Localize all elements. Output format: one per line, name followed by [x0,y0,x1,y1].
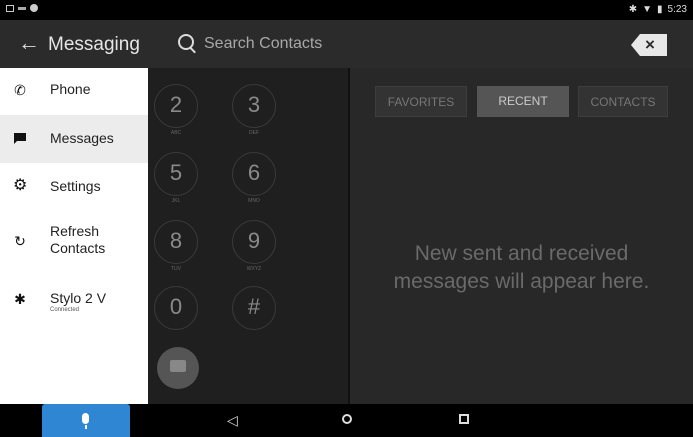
arrow-back-icon[interactable]: ← [18,30,40,56]
dial-key-5[interactable]: 5 [154,152,198,196]
sidebar-item-stylo-2-v[interactable]: ✱ Stylo 2 V Connected [0,278,148,326]
phone-icon: ✆ [14,82,26,98]
dial-key-8[interactable]: 8 [154,220,198,264]
dial-key-0[interactable]: 0 [154,286,198,330]
sidebar: ✆ Phone Messages ⚙ Settings ↻ Refresh Co… [0,68,148,404]
wifi-icon: ▼ [642,4,653,15]
nav-back-icon[interactable]: ◁ [227,412,238,429]
microphone-icon [82,413,89,424]
app-notification-icon [30,4,38,12]
compose-message-button[interactable] [157,347,199,389]
sidebar-item-label: Settings [50,178,101,194]
battery-icon: ▮ [657,4,663,15]
dial-key-letters: WXYZ [246,266,262,272]
voice-button[interactable] [42,404,130,437]
tab-contacts[interactable]: CONTACTS [578,86,668,117]
search-input[interactable]: Search Contacts [204,35,322,53]
connection-status: Connected [50,307,80,313]
gear-icon: ⚙ [13,177,28,194]
backspace-icon[interactable]: × [631,34,667,56]
dial-key-letters: TUV [171,266,181,272]
sidebar-item-label: Stylo 2 V [50,290,107,306]
microphone-stem [85,425,87,429]
bluetooth-icon: ✱ [14,291,26,307]
sidebar-item-label: Messages [50,130,114,146]
dial-key-2[interactable]: 2 [154,84,198,128]
app-bar: ← Messaging Search Contacts × [0,20,693,68]
notification-icon [18,6,26,10]
sidebar-item-settings[interactable]: ⚙ Settings [0,165,148,213]
page-title: Messaging [48,34,140,55]
sidebar-item-messages[interactable]: Messages [0,115,148,163]
dial-key-letters: MNO [248,198,260,204]
status-bar: ✱ ▼ ▮ 5:23 [0,0,693,20]
nav-recents-icon[interactable] [459,414,469,424]
message-icon [170,360,186,372]
refresh-icon: ↻ [14,233,26,249]
dial-key-hash[interactable]: # [232,286,276,330]
sidebar-item-label-line2: Contacts [50,240,106,256]
screenshot-icon [6,4,14,12]
dial-key-9[interactable]: 9 [232,220,276,264]
messages-panel: FAVORITES RECENT CONTACTS New sent and r… [350,68,693,404]
status-time: 5:23 [667,4,687,15]
sidebar-item-phone[interactable]: ✆ Phone [0,68,148,116]
empty-state-line-2: messages will appear here. [393,270,650,293]
message-icon [13,132,27,146]
empty-state-line-1: New sent and received [414,242,629,265]
sidebar-item-label: Refresh [50,223,100,239]
nav-home-icon[interactable] [342,414,352,424]
tab-favorites[interactable]: FAVORITES [375,86,467,117]
empty-state-message: New sent and received messages will appe… [350,240,693,296]
sidebar-item-refresh-contacts[interactable]: ↻ Refresh Contacts [0,213,148,271]
dial-key-3[interactable]: 3 [232,84,276,128]
dial-key-letters: JKL [171,198,181,204]
dial-key-letters: ABC [170,130,182,136]
dial-key-6[interactable]: 6 [232,152,276,196]
search-icon [178,34,194,50]
bluetooth-status-icon: ✱ [628,4,638,15]
dial-key-letters: DEF [249,130,259,136]
tab-recent[interactable]: RECENT [477,86,569,117]
sidebar-item-label: Phone [50,81,91,97]
